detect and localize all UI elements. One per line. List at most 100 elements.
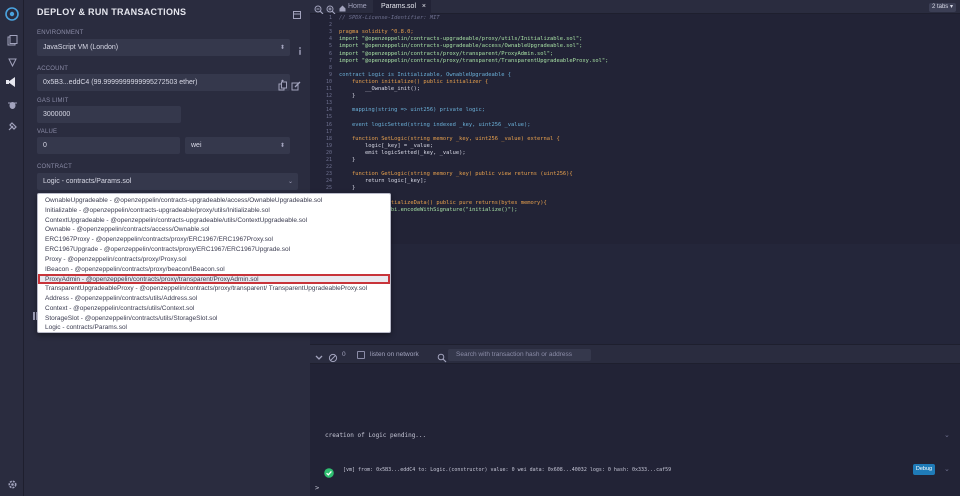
code-line[interactable]: function GetLogic(string memory _key) pu… [339, 171, 573, 178]
contract-select[interactable]: Logic - contracts/Params.sol ⌄ [37, 173, 298, 190]
code-line[interactable]: return logic[_key]; [339, 178, 427, 185]
code-line[interactable]: emit logicSetted(_key, _value); [339, 150, 466, 157]
line-number: 11 [325, 86, 332, 92]
dropdown-option[interactable]: IBeacon - @openzeppelin/contracts/proxy/… [38, 265, 390, 275]
line-number: 9 [328, 71, 332, 78]
line-number: 13 [325, 100, 332, 107]
line-number: 5 [328, 43, 332, 50]
dropdown-option[interactable]: StorageSlot - @openzeppelin/contracts/ut… [38, 314, 390, 324]
code-line[interactable]: // SPDX-License-Identifier: MIT [339, 15, 440, 22]
environment-value: JavaScript VM (London) [43, 44, 119, 51]
code-line[interactable]: __Ownable_init(); [339, 86, 420, 93]
line-number: 17 [325, 128, 332, 135]
close-tab-icon[interactable]: × [422, 0, 426, 14]
listen-network-checkbox[interactable] [357, 351, 365, 359]
code-line[interactable]: logic[_key] = _value; [339, 143, 433, 150]
tab-home[interactable]: Home [338, 0, 370, 14]
contract-dropdown-list[interactable]: OwnableUpgradeable - @openzeppelin/contr… [37, 193, 391, 333]
environment-info-icon[interactable] [295, 43, 305, 55]
select-updown-icon: ⬍ [279, 142, 285, 149]
code-line[interactable]: } [339, 157, 355, 164]
terminal-toolbar: 0 listen on network Search with transact… [310, 344, 960, 364]
code-line[interactable]: mapping(string => uint256) private logic… [339, 107, 485, 114]
expand-log-icon[interactable]: ⌄ [944, 431, 950, 439]
tab-params-sol[interactable]: Params.sol × [373, 0, 431, 14]
line-number: 22 [325, 164, 332, 171]
line-number: 4 [328, 36, 332, 43]
dropdown-option[interactable]: OwnableUpgradeable - @openzeppelin/contr… [38, 196, 390, 206]
line-number: 7 [328, 57, 332, 64]
code-line[interactable]: event logicSetted(string indexed _key, u… [339, 122, 531, 129]
code-line[interactable]: function initialize() public initializer… [339, 79, 488, 86]
terminal-prompt[interactable]: > [315, 484, 319, 492]
plugin-manager-icon[interactable] [4, 118, 20, 134]
line-number: 18 [325, 135, 332, 142]
collapse-terminal-icon[interactable] [314, 350, 324, 360]
editor-empty-area [310, 244, 960, 344]
code-line[interactable]: } [339, 185, 355, 192]
line-number: 16 [325, 121, 332, 128]
clear-console-icon[interactable] [328, 350, 338, 363]
code-line[interactable]: } [339, 93, 355, 100]
dropdown-option[interactable]: TransparentUpgradeableProxy - @openzeppe… [38, 284, 390, 294]
dropdown-option[interactable]: Context - @openzeppelin/contracts/utils/… [38, 304, 390, 314]
edit-account-icon[interactable] [291, 78, 301, 91]
code-line[interactable]: import "@openzeppelin/contracts-upgradea… [339, 36, 582, 43]
compiler-icon[interactable] [4, 54, 20, 70]
dropdown-option[interactable]: Address - @openzeppelin/contracts/utils/… [38, 294, 390, 304]
dropdown-option[interactable]: Initializable - @openzeppelin/contracts-… [38, 206, 390, 216]
chevron-down-icon: ⌄ [287, 178, 293, 185]
dropdown-option[interactable]: ERC1967Proxy - @openzeppelin/contracts/p… [38, 235, 390, 245]
expand-log-icon[interactable]: ⌄ [944, 465, 950, 473]
line-number: 21 [325, 157, 332, 163]
debugger-icon[interactable] [4, 96, 20, 112]
dropdown-option[interactable]: ProxyAdmin - @openzeppelin/contracts/pro… [38, 274, 390, 285]
line-number: 6 [328, 50, 332, 57]
code-editor[interactable]: 1 2 3 4 5 6 7 8 9 10 11 12 13 14 15 16 17 18 19 20 21 22 23 24 2… [310, 14, 960, 344]
file-explorer-icon[interactable] [4, 32, 20, 48]
transaction-search-input[interactable]: Search with transaction hash or address [448, 349, 591, 361]
copy-account-icon[interactable] [278, 78, 288, 91]
dropdown-option[interactable]: Ownable - @openzeppelin/contracts/access… [38, 225, 390, 235]
zoom-out-icon[interactable] [314, 2, 324, 15]
dropdown-option[interactable]: Logic - contracts/Params.sol [38, 323, 390, 333]
settings-gear-icon[interactable] [4, 476, 20, 492]
value-label: VALUE [37, 129, 58, 135]
line-number: 1 [328, 15, 332, 21]
value-unit-select[interactable]: wei ⬍ [185, 137, 290, 154]
remix-ide: DEPLOY & RUN TRANSACTIONS ENVIRONMENT Ja… [0, 0, 960, 496]
dropdown-option[interactable]: ERC1967Upgrade - @openzeppelin/contracts… [38, 245, 390, 255]
transaction-log[interactable]: [vm] from: 0x5B3...eddC4 to: Logic.(cons… [343, 467, 671, 473]
deploy-run-icon[interactable] [4, 74, 20, 90]
code-line[interactable]: import "@openzeppelin/contracts/proxy/tr… [339, 51, 553, 58]
account-value: 0x5B3...eddC4 (99.9999999999995272503 et… [43, 79, 198, 86]
pending-message: creation of Logic pending... [325, 432, 427, 439]
code-line[interactable]: function SetLogic(string memory _key, ui… [339, 136, 560, 143]
search-icon [437, 350, 447, 363]
environment-select[interactable]: JavaScript VM (London) ⬍ [37, 39, 290, 56]
line-number: 2 [328, 22, 332, 29]
code-line[interactable]: contract Logic is Initializable, Ownable… [339, 72, 511, 79]
dropdown-option[interactable]: ContextUpgradeable - @openzeppelin/contr… [38, 216, 390, 226]
terminal-output: creation of Logic pending... ⌄ [vm] from… [310, 364, 960, 496]
value-input[interactable]: 0 [37, 137, 180, 154]
listen-network-label: listen on network [370, 351, 419, 358]
contract-label: CONTRACT [37, 164, 72, 170]
panel-menu-icon[interactable] [292, 7, 302, 19]
zoom-in-icon[interactable] [326, 2, 336, 15]
gas-limit-input[interactable]: 3000000 [37, 106, 181, 123]
tab-file-label: Params.sol [381, 3, 417, 10]
dropdown-option[interactable]: Proxy - @openzeppelin/contracts/proxy/Pr… [38, 255, 390, 265]
remix-logo-icon[interactable] [4, 6, 20, 22]
line-number: 15 [325, 114, 332, 121]
success-check-icon [324, 465, 334, 483]
account-select[interactable]: 0x5B3...eddC4 (99.9999999999995272503 et… [37, 74, 290, 91]
code-line[interactable]: pragma solidity ^0.8.0; [339, 29, 414, 36]
gas-limit-label: GAS LIMIT [37, 98, 69, 104]
code-line[interactable]: import "@openzeppelin/contracts-upgradea… [339, 43, 582, 50]
debug-button[interactable]: Debug [913, 464, 935, 475]
tabs-count-badge[interactable]: 2 tabs ▾ [928, 3, 956, 12]
line-number: 20 [325, 149, 332, 156]
account-label: ACCOUNT [37, 66, 69, 72]
code-line[interactable]: import "@openzeppelin/contracts/proxy/tr… [339, 58, 608, 65]
